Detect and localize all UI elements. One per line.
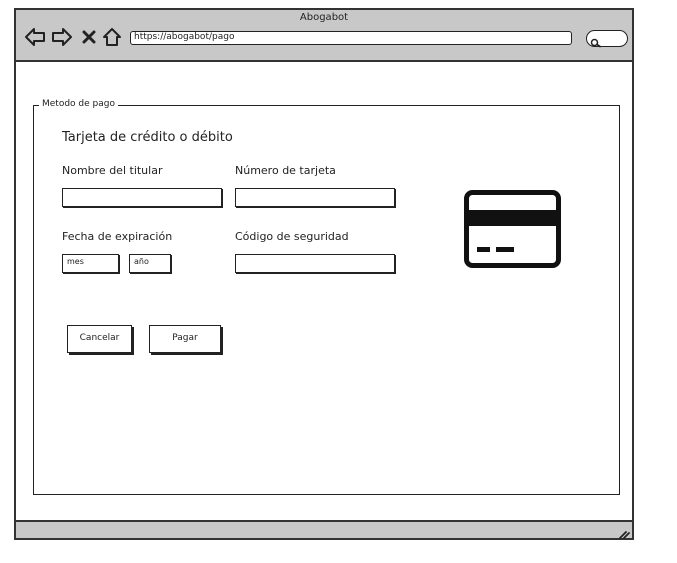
- payment-fieldset: Metodo de pago Tarjeta de crédito o débi…: [33, 99, 620, 495]
- expiry-month-input[interactable]: mes: [62, 254, 119, 273]
- holder-name-label: Nombre del titular: [62, 164, 163, 177]
- security-code-input[interactable]: [235, 254, 395, 273]
- url-input[interactable]: https://abogabot/pago: [130, 31, 572, 45]
- window-title: Abogabot: [299, 12, 349, 23]
- expiry-date-label: Fecha de expiración: [62, 230, 173, 243]
- close-icon[interactable]: [78, 26, 100, 48]
- section-title: Tarjeta de crédito o débito: [62, 130, 233, 145]
- card-number-label: Número de tarjeta: [235, 164, 336, 177]
- page-content: Metodo de pago Tarjeta de crédito o débi…: [16, 62, 632, 520]
- holder-name-input[interactable]: [62, 188, 222, 207]
- credit-card-icon: [464, 190, 561, 272]
- search-button[interactable]: [586, 30, 628, 48]
- pay-button[interactable]: Pagar: [149, 325, 221, 353]
- search-icon: [590, 33, 602, 52]
- security-code-label: Código de seguridad: [235, 230, 349, 243]
- card-number-input[interactable]: [235, 188, 395, 207]
- arrow-right-icon[interactable]: [51, 26, 73, 48]
- cancel-button[interactable]: Cancelar: [67, 325, 132, 353]
- home-icon[interactable]: [101, 26, 123, 48]
- status-bar: [16, 520, 632, 539]
- arrow-left-icon[interactable]: [24, 26, 46, 48]
- resize-grip-icon[interactable]: [618, 524, 630, 543]
- expiry-year-input[interactable]: año: [129, 254, 171, 273]
- fieldset-legend: Metodo de pago: [39, 99, 118, 109]
- browser-toolbar: Abogabot https://abogabot/pago: [16, 10, 632, 62]
- browser-window: Abogabot https://abogabot/pago Metodo de…: [14, 8, 634, 540]
